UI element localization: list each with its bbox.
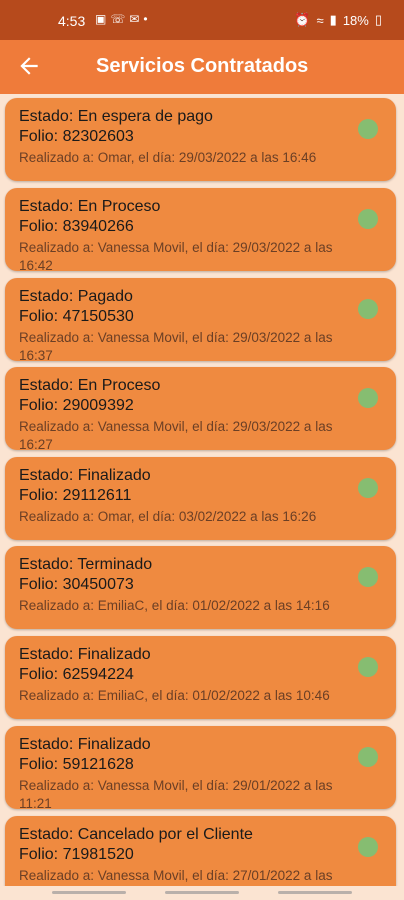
whatsapp-icon: ☏ (110, 12, 126, 26)
service-folio: Folio: 47150530 (19, 308, 134, 325)
service-card[interactable]: Estado: En espera de pago Folio: 8230260… (5, 98, 396, 181)
signal-icon: ▮ (329, 12, 337, 27)
status-indicator-icon (358, 657, 378, 677)
service-status: Estado: Terminado (19, 556, 153, 573)
status-indicator-icon (358, 119, 378, 139)
status-bar: 4:53 ▣ ☏ ✉ • ⏰ ≈ ▮ 18% ▯ (0, 0, 404, 40)
services-list[interactable]: Estado: En espera de pago Folio: 8230260… (0, 94, 404, 888)
service-status: Estado: En Proceso (19, 198, 161, 215)
service-folio: Folio: 30450073 (19, 576, 134, 593)
service-folio: Folio: 71981520 (19, 846, 134, 863)
service-folio: Folio: 29112611 (19, 487, 132, 504)
service-status: Estado: Finalizado (19, 646, 151, 663)
service-detail: Realizado a: Vanessa Movil, el día: 29/0… (19, 330, 333, 363)
service-detail: Realizado a: Vanessa Movil, el día: 29/0… (19, 419, 333, 452)
notification-icons: ▣ ☏ ✉ • (95, 12, 148, 26)
service-card[interactable]: Estado: Cancelado por el Cliente Folio: … (5, 816, 396, 888)
nav-home-handle[interactable] (165, 891, 239, 894)
service-status: Estado: Pagado (19, 288, 133, 305)
service-detail: Realizado a: Vanessa Movil, el día: 27/0… (19, 868, 333, 888)
service-status: Estado: Cancelado por el Cliente (19, 826, 253, 843)
service-detail: Realizado a: EmiliaC, el día: 01/02/2022… (19, 688, 330, 703)
service-card[interactable]: Estado: En Proceso Folio: 29009392 Reali… (5, 367, 396, 452)
status-time: 4:53 (58, 13, 86, 29)
service-card[interactable]: Estado: Pagado Folio: 47150530 Realizado… (5, 278, 396, 363)
page-title: Servicios Contratados (96, 55, 309, 77)
more-dot-icon: • (143, 12, 148, 26)
service-status: Estado: Finalizado (19, 467, 151, 484)
service-detail: Realizado a: Omar, el día: 29/03/2022 a … (19, 150, 317, 165)
service-folio: Folio: 62594224 (19, 666, 134, 683)
status-indicator-icon (358, 478, 378, 498)
status-right: ⏰ ≈ ▮ 18% ▯ (294, 12, 382, 28)
status-indicator-icon (358, 299, 378, 319)
status-indicator-icon (358, 567, 378, 587)
battery-level: 18% (342, 12, 369, 28)
service-folio: Folio: 59121628 (19, 756, 134, 773)
service-folio: Folio: 29009392 (19, 397, 134, 414)
status-indicator-icon (358, 388, 378, 408)
service-detail: Realizado a: Vanessa Movil, el día: 29/0… (19, 240, 333, 273)
service-folio: Folio: 83940266 (19, 218, 134, 235)
service-card[interactable]: Estado: Finalizado Folio: 29112611 Reali… (5, 457, 396, 540)
status-indicator-icon (358, 209, 378, 229)
service-card[interactable]: Estado: Finalizado Folio: 59121628 Reali… (5, 726, 396, 811)
alarm-icon: ⏰ (294, 12, 311, 27)
status-indicator-icon (358, 747, 378, 767)
service-card[interactable]: Estado: En Proceso Folio: 83940266 Reali… (5, 188, 396, 273)
wifi-icon: ≈ (316, 12, 324, 28)
service-detail: Realizado a: EmiliaC, el día: 01/02/2022… (19, 598, 330, 613)
service-folio: Folio: 82302603 (19, 128, 134, 145)
service-status: Estado: En espera de pago (19, 108, 213, 125)
service-detail: Realizado a: Vanessa Movil, el día: 29/0… (19, 778, 333, 811)
service-status: Estado: Finalizado (19, 736, 151, 753)
service-card[interactable]: Estado: Terminado Folio: 30450073 Realiz… (5, 546, 396, 629)
status-indicator-icon (358, 837, 378, 857)
nav-back-handle[interactable] (278, 891, 352, 894)
gmail-icon: ✉ (129, 12, 140, 26)
nav-recents-handle[interactable] (52, 891, 126, 894)
service-detail: Realizado a: Omar, el día: 03/02/2022 a … (19, 509, 317, 524)
app-bar: Servicios Contratados (0, 40, 404, 94)
facebook-icon: ▣ (95, 12, 107, 26)
back-arrow-icon[interactable] (16, 53, 42, 79)
battery-icon: ▯ (374, 12, 382, 27)
service-card[interactable]: Estado: Finalizado Folio: 62594224 Reali… (5, 636, 396, 719)
service-status: Estado: En Proceso (19, 377, 161, 394)
gesture-navigation-bar (0, 886, 404, 900)
